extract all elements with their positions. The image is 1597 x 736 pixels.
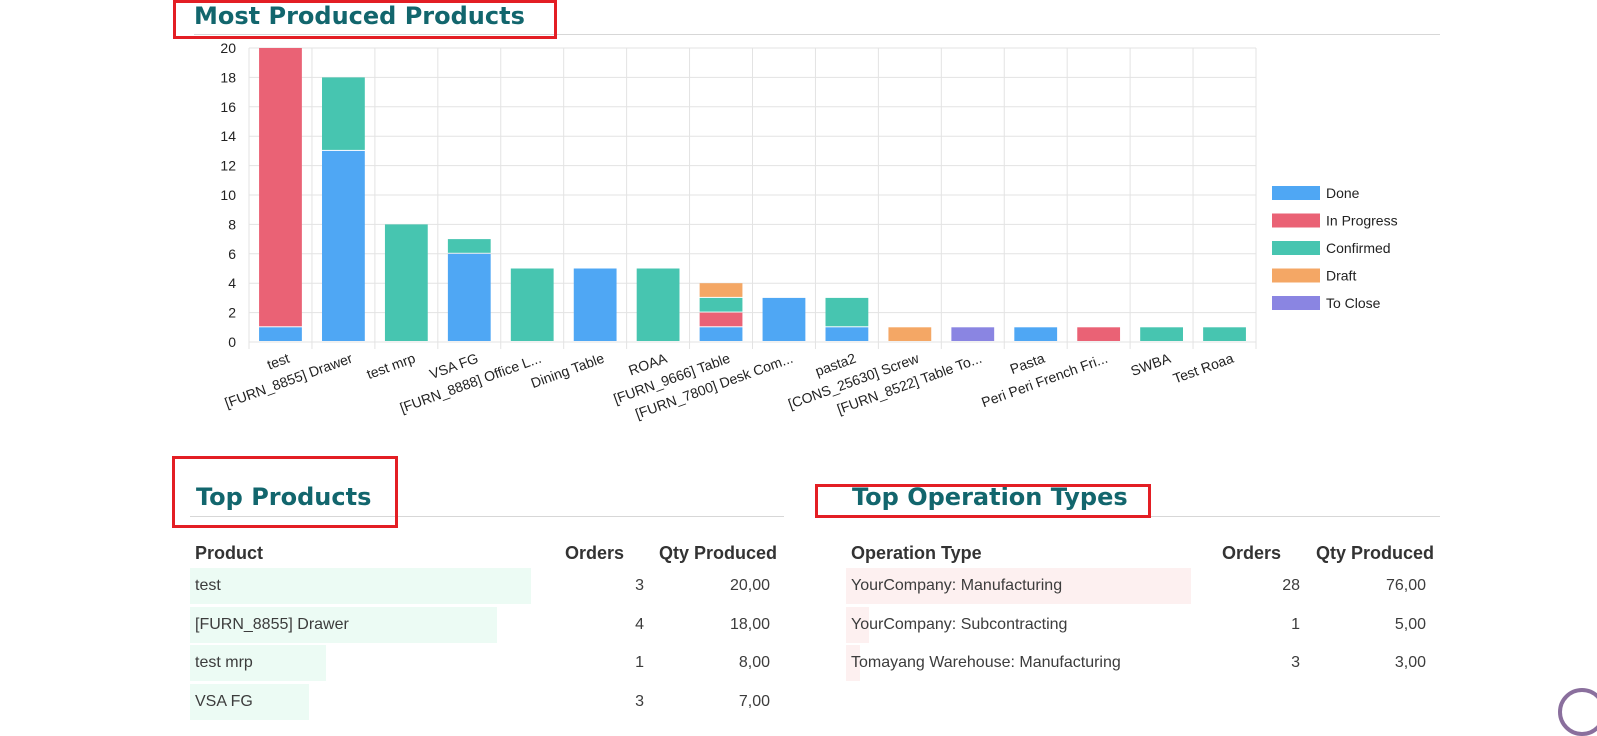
bar-confirmed[interactable]: [636, 268, 680, 342]
legend-swatch[interactable]: [1272, 296, 1320, 310]
top-products-table: Product Orders Qty Produced test 3 20,00 [F…: [190, 543, 784, 720]
legend-label[interactable]: Done: [1326, 185, 1360, 201]
table-row[interactable]: [FURN_8855] Drawer 4 18,00: [190, 606, 784, 643]
y-tick-label: 8: [228, 216, 236, 232]
column-header-orders[interactable]: Orders: [1222, 543, 1281, 564]
legend-swatch[interactable]: [1272, 213, 1320, 228]
row-share-bar: [190, 568, 531, 604]
row-label[interactable]: test mrp: [195, 654, 253, 672]
table-row[interactable]: test mrp 1 8,00: [190, 645, 784, 681]
y-tick-label: 2: [228, 305, 236, 321]
column-header-operation-type[interactable]: Operation Type: [851, 543, 982, 564]
bar-done[interactable]: [699, 327, 743, 341]
row-label[interactable]: VSA FG: [195, 693, 253, 711]
row-orders: 1: [1291, 615, 1300, 633]
assistant-avatar-button[interactable]: [1558, 688, 1597, 736]
bar-confirmed[interactable]: [1203, 327, 1246, 341]
legend-label[interactable]: Draft: [1326, 268, 1356, 284]
column-header-orders[interactable]: Orders: [565, 543, 624, 564]
row-label[interactable]: Tomayang Warehouse: Manufacturing: [851, 654, 1121, 672]
column-header-qty-produced[interactable]: Qty Produced: [659, 543, 777, 564]
row-label[interactable]: YourCompany: Subcontracting: [851, 616, 1067, 634]
x-tick-label: SWBA: [1128, 350, 1173, 379]
row-label[interactable]: test: [195, 577, 221, 595]
column-header-product[interactable]: Product: [195, 543, 263, 564]
table-row[interactable]: YourCompany: Manufacturing 28 76,00: [846, 568, 1440, 604]
row-qty-produced: 18,00: [729, 615, 770, 633]
y-tick-label: 10: [220, 187, 236, 203]
y-tick-label: 4: [228, 275, 236, 291]
bar-confirmed[interactable]: [447, 239, 491, 253]
y-tick-label: 16: [220, 99, 236, 115]
y-tick-label: 6: [228, 246, 236, 262]
x-tick-label: test: [265, 350, 292, 373]
top-operation-types-table: Operation Type Orders Qty Produced YourC…: [846, 543, 1440, 713]
row-qty-produced: 7,00: [738, 692, 770, 710]
legend-label[interactable]: To Close: [1326, 295, 1381, 311]
table-row[interactable]: Tomayang Warehouse: Manufacturing 3 3,00: [846, 645, 1440, 681]
x-tick-label: Test Roaa: [1171, 350, 1236, 387]
table-row[interactable]: test 3 20,00: [190, 568, 784, 604]
table-row[interactable]: YourCompany: Subcontracting 1 5,00: [846, 606, 1440, 643]
table-row[interactable]: VSA FG 3 7,00: [190, 683, 784, 720]
annotation-box-top-operation-types: [815, 484, 1151, 518]
legend-swatch[interactable]: [1272, 241, 1320, 255]
annotation-box-top-products: [172, 456, 398, 528]
x-tick-label: test mrp: [364, 350, 417, 382]
y-tick-label: 18: [220, 69, 236, 85]
y-tick-label: 14: [220, 128, 236, 144]
x-tick-label: Dining Table: [529, 350, 607, 391]
column-header-qty-produced[interactable]: Qty Produced: [1316, 543, 1434, 564]
row-orders: 1: [635, 654, 644, 671]
row-orders: 28: [1282, 577, 1300, 594]
bar-done[interactable]: [259, 327, 302, 341]
row-qty-produced: 3,00: [1394, 654, 1426, 671]
legend-label[interactable]: Confirmed: [1326, 240, 1391, 256]
row-orders: 3: [635, 577, 644, 594]
bar-done[interactable]: [1014, 327, 1058, 341]
chart-legend[interactable]: Done In Progress Confirmed Draft To Close: [1272, 185, 1398, 311]
bar-done[interactable]: [825, 327, 869, 341]
chart-axis: 02468101214161820test[FURN_8855] Drawer t…: [220, 40, 1235, 422]
y-tick-label: 0: [228, 334, 236, 350]
y-tick-label: 20: [220, 40, 236, 56]
bar-draft[interactable]: [699, 283, 743, 297]
row-qty-produced: 76,00: [1385, 577, 1426, 594]
bar-done[interactable]: [573, 268, 617, 342]
bar-confirmed[interactable]: [1140, 327, 1183, 341]
row-qty-produced: 5,00: [1394, 615, 1426, 633]
bar-in-progress[interactable]: [259, 48, 302, 327]
most-produced-chart: 02468101214161820test[FURN_8855] Drawer t…: [220, 40, 1398, 422]
row-orders: 3: [635, 692, 644, 710]
legend-label[interactable]: In Progress: [1326, 213, 1398, 229]
bar-to-close[interactable]: [951, 327, 995, 341]
row-label[interactable]: YourCompany: Manufacturing: [851, 577, 1062, 595]
bar-confirmed[interactable]: [322, 77, 365, 150]
bar-draft[interactable]: [888, 327, 932, 341]
row-qty-produced: 8,00: [738, 654, 770, 671]
bar-confirmed[interactable]: [825, 297, 869, 327]
bar-done[interactable]: [762, 297, 806, 341]
bar-confirmed[interactable]: [699, 297, 743, 312]
row-orders: 3: [1291, 654, 1300, 671]
bar-in-progress[interactable]: [1077, 327, 1121, 341]
bar-confirmed[interactable]: [384, 224, 428, 341]
row-qty-produced: 20,00: [729, 577, 770, 594]
y-tick-label: 12: [220, 158, 236, 174]
bar-confirmed[interactable]: [510, 268, 554, 342]
row-label[interactable]: [FURN_8855] Drawer: [195, 616, 349, 634]
bar-done[interactable]: [322, 150, 365, 341]
bar-done[interactable]: [447, 253, 491, 341]
legend-swatch[interactable]: [1272, 186, 1320, 200]
legend-swatch[interactable]: [1272, 268, 1320, 283]
bar-in-progress[interactable]: [699, 312, 743, 327]
row-orders: 4: [635, 615, 644, 633]
